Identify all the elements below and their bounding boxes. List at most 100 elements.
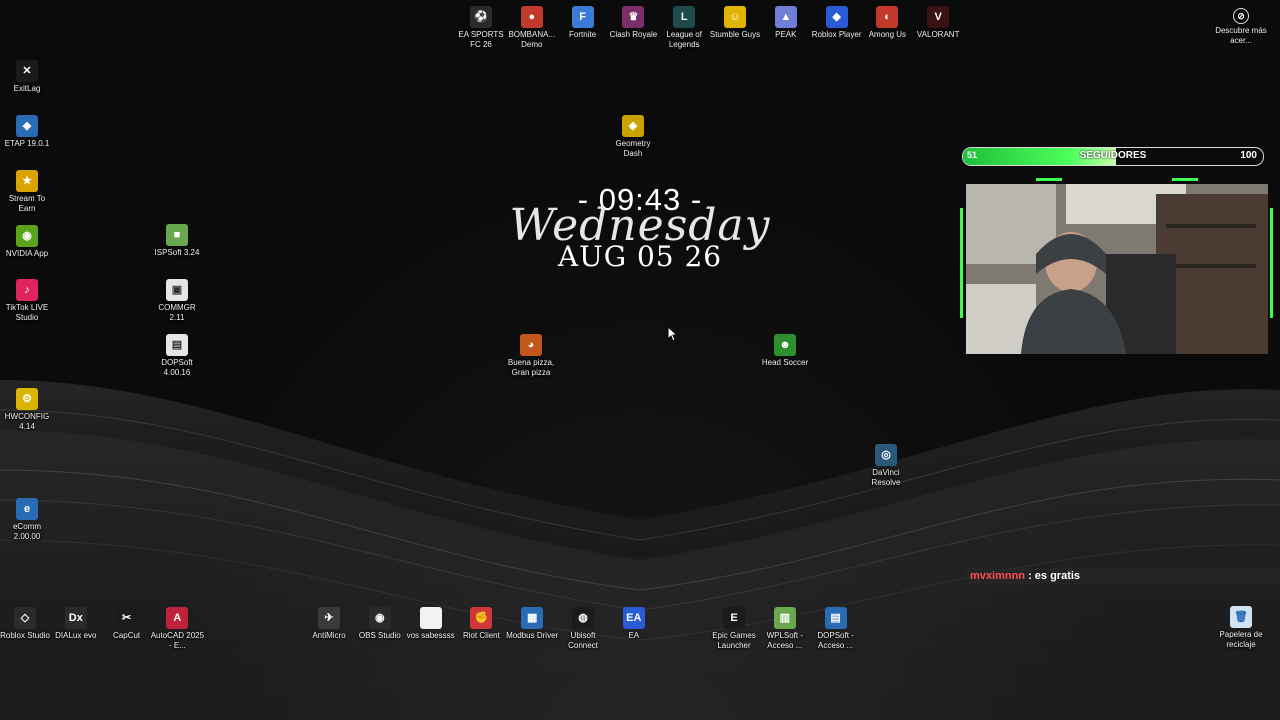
roblox-studio-icon: ◇ xyxy=(14,607,36,629)
peak-shortcut[interactable]: ▲ PEAK xyxy=(759,6,813,40)
shortcut-label: CapCut xyxy=(113,631,141,640)
shortcut-label: Head Soccer xyxy=(761,358,809,367)
shortcut-label: Among Us xyxy=(868,30,907,39)
nvidia-icon: ◉ xyxy=(16,225,38,247)
follower-goal-bar: 51 SEGUIDORES 100 xyxy=(962,147,1264,166)
among-us-shortcut[interactable]: ◐ Among Us xyxy=(860,6,914,40)
chat-message: mvximnnn : es gratis xyxy=(966,568,1280,584)
shortcut-label: EA SPORTS FC 26 xyxy=(458,30,504,49)
roblox-player-shortcut[interactable]: ◆ Roblox Player xyxy=(810,6,864,40)
capcut-shortcut[interactable]: ✂ CapCut xyxy=(100,607,154,641)
fortnite-icon: F xyxy=(571,6,594,28)
discover-widget[interactable]: ⊘ Descubre más acer... xyxy=(1214,8,1268,46)
ecomm-shortcut[interactable]: e eComm 2.00.00 xyxy=(0,498,54,542)
exitlag-icon: ✕ xyxy=(16,60,38,82)
ea-sports-fc-shortcut[interactable]: ⚽ EA SPORTS FC 26 xyxy=(454,6,508,50)
discover-label: Descubre más acer... xyxy=(1215,26,1267,45)
follower-label: SEGUIDORES xyxy=(1079,150,1147,161)
shortcut-label: Epic Games Launcher xyxy=(712,631,756,650)
bombana-shortcut[interactable]: ● BOMBANA... Demo xyxy=(505,6,559,50)
chat-text: : es gratis xyxy=(1028,570,1081,582)
autocad-shortcut[interactable]: A AutoCAD 2025 - E... xyxy=(150,607,204,651)
pizza-shortcut[interactable]: ◕ Buena pizza, Gran pizza xyxy=(504,334,558,378)
nvidia-shortcut[interactable]: ◉ NVIDIA App xyxy=(0,225,54,259)
epic-games-shortcut[interactable]: E Epic Games Launcher xyxy=(707,607,761,651)
dialux-icon: Dx xyxy=(64,607,87,629)
ubisoft-connect-shortcut[interactable]: ◍ Ubisoft Connect xyxy=(556,607,610,651)
clock-date: AUG 05 26 xyxy=(557,240,723,273)
valorant-shortcut[interactable]: V VALORANT xyxy=(911,6,965,40)
hwconfig-shortcut[interactable]: ⚙ HWCONFIG 4.14 xyxy=(0,388,54,432)
shortcut-label: Fortnite xyxy=(569,30,597,39)
dopsoft-shortcut[interactable]: ▤ DOPSoft 4.00.16 xyxy=(150,334,204,378)
riot-client-icon: ✊ xyxy=(470,607,493,629)
wplsoft-shortcut[interactable]: ▥ WPLSoft - Acceso ... xyxy=(758,607,812,651)
davinci-resolve-shortcut[interactable]: ◎ DaVinci Resolve xyxy=(859,444,913,488)
roblox-studio-shortcut[interactable]: ◇ Roblox Studio xyxy=(0,607,52,641)
shortcut-label: PEAK xyxy=(775,30,797,39)
among-us-icon: ◐ xyxy=(876,6,899,28)
epic-games-icon: E xyxy=(723,607,745,629)
clock-widget: - 09:43 - Wednesday AUG 05 26 xyxy=(500,178,780,278)
shortcut-label: ETAP 19.0.1 xyxy=(4,139,50,148)
shortcut-label: TikTok LIVE Studio xyxy=(5,303,49,322)
webcam-accent-side-right xyxy=(1270,208,1273,318)
geometry-dash-shortcut[interactable]: ◈ Geometry Dash xyxy=(606,115,660,159)
ubisoft-connect-icon: ◍ xyxy=(572,607,594,629)
text-file-shortcut[interactable]: vos sabessss xyxy=(404,607,458,641)
ea-icon: EA xyxy=(622,607,645,629)
shortcut-label: eComm 2.00.00 xyxy=(12,522,41,541)
exitlag-shortcut[interactable]: ✕ ExitLag xyxy=(0,60,54,94)
obs-studio-shortcut[interactable]: ◉ OBS Studio xyxy=(353,607,407,641)
capcut-icon: ✂ xyxy=(115,607,138,629)
clash-royale-icon: ♛ xyxy=(622,6,645,28)
modbus-driver-shortcut[interactable]: ▦ Modbus Driver xyxy=(505,607,559,641)
hwconfig-icon: ⚙ xyxy=(16,388,38,410)
shortcut-label: OBS Studio xyxy=(358,631,401,640)
shortcut-label: Buena pizza, Gran pizza xyxy=(507,358,555,377)
league-of-legends-icon: L xyxy=(673,6,696,28)
etap-shortcut[interactable]: ◆ ETAP 19.0.1 xyxy=(0,115,54,149)
peak-icon: ▲ xyxy=(774,6,797,28)
chat-username: mvximnnn xyxy=(970,570,1026,582)
recycle-bin[interactable]: 🗑 Papelera de reciclaje xyxy=(1214,606,1268,650)
riot-client-shortcut[interactable]: ✊ Riot Client xyxy=(454,607,508,641)
shortcut-label: Ubisoft Connect xyxy=(568,631,598,650)
shortcut-label: ExitLag xyxy=(13,84,41,93)
dopsoft-shortcut-icon: ▤ xyxy=(824,607,847,629)
stumble-guys-shortcut[interactable]: ☺ Stumble Guys xyxy=(708,6,762,40)
geometry-dash-icon: ◈ xyxy=(622,115,644,137)
shortcut-label: Geometry Dash xyxy=(615,139,651,158)
shortcut-label: NVIDIA App xyxy=(5,249,49,258)
league-of-legends-shortcut[interactable]: L League of Legends xyxy=(657,6,711,50)
shortcut-label: Roblox Studio xyxy=(0,631,50,640)
stream-to-earn-shortcut[interactable]: ★ Stream To Earn xyxy=(0,170,54,214)
ea-shortcut[interactable]: EA EA xyxy=(607,607,661,641)
tiktok-live-icon: ♪ xyxy=(16,279,38,301)
tiktok-live-shortcut[interactable]: ♪ TikTok LIVE Studio xyxy=(0,279,54,323)
shortcut-label: HWCONFIG 4.14 xyxy=(4,412,50,431)
stumble-guys-icon: ☺ xyxy=(724,6,746,28)
shortcut-label: AntiMicro xyxy=(312,631,346,640)
shortcut-label: Stream To Earn xyxy=(8,194,46,213)
webcam-accent-right xyxy=(1172,178,1198,181)
ispsoft-shortcut[interactable]: ■ ISPSoft 3.24 xyxy=(150,224,204,258)
antimicro-icon: ✈ xyxy=(318,607,340,629)
antimicro-shortcut[interactable]: ✈ AntiMicro xyxy=(302,607,356,641)
follower-goal-count: 100 xyxy=(1240,150,1257,161)
webcam-accent-left xyxy=(1036,178,1062,181)
shortcut-label: Modbus Driver xyxy=(506,631,559,640)
clash-royale-shortcut[interactable]: ♛ Clash Royale xyxy=(606,6,660,40)
text-file-icon xyxy=(419,607,442,629)
dialux-shortcut[interactable]: Dx DIALux evo xyxy=(49,607,103,641)
dopsoft-icon: ▤ xyxy=(166,334,188,356)
shortcut-label: DOPSoft 4.00.16 xyxy=(161,358,193,377)
autocad-icon: A xyxy=(166,607,189,629)
commgr-shortcut[interactable]: ▣ COMMGR 2.11 xyxy=(150,279,204,323)
dopsoft-shortcut-shortcut[interactable]: ▤ DOPSoft - Acceso ... xyxy=(809,607,863,651)
shortcut-label: League of Legends xyxy=(666,30,702,49)
shortcut-label: Roblox Player xyxy=(811,30,862,39)
pizza-icon: ◕ xyxy=(520,334,542,356)
head-soccer-shortcut[interactable]: ☻ Head Soccer xyxy=(758,334,812,368)
fortnite-shortcut[interactable]: F Fortnite xyxy=(556,6,610,40)
